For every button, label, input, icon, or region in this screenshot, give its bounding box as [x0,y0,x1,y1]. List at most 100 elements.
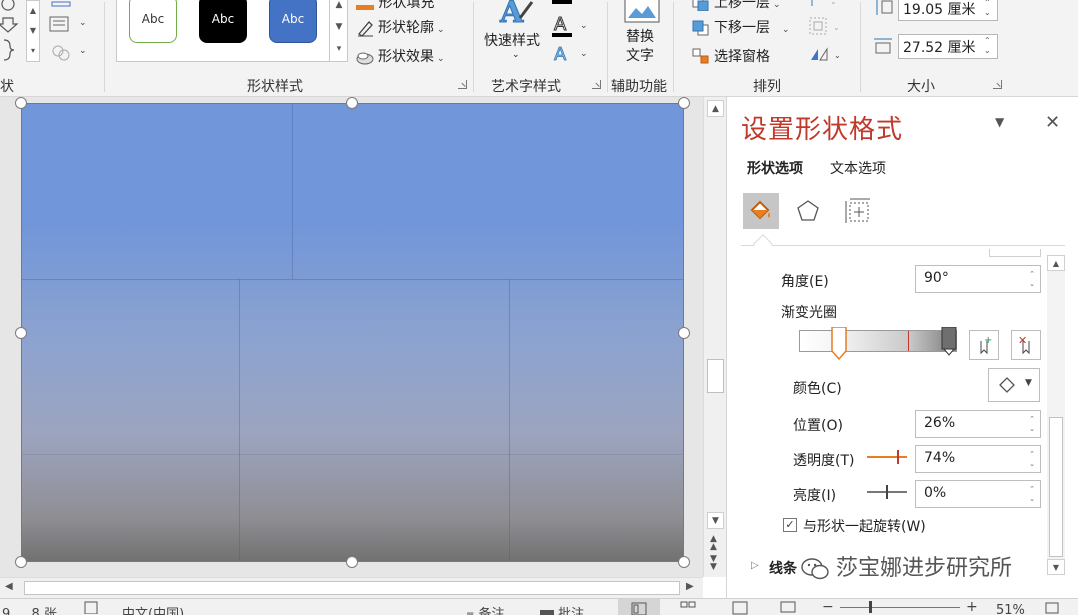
spinner-icon[interactable]: ⌃ ⌄ [984,0,994,18]
spell-check-icon[interactable] [84,600,100,615]
shape-width-input[interactable]: 27.52 厘米 ⌃ ⌄ [898,34,998,59]
alt-text-button[interactable]: 替换 文字 [620,0,664,66]
gradient-stop-end[interactable] [941,326,957,361]
brightness-input[interactable]: 0% ⌃ ⌄ [915,480,1041,508]
gradient-stop-marker[interactable] [908,331,909,351]
gradient-rectangle-shape[interactable] [21,103,684,562]
shape-effects-button[interactable]: 形状效果 ⌄ [356,46,445,66]
remove-gradient-stop-button[interactable]: ✕ [1011,330,1041,360]
line-section-label[interactable]: 线条 [769,558,797,578]
pane-scroll-thumb[interactable] [1049,417,1063,557]
pane-title: 设置形状格式 [741,115,904,145]
status-bar: 9 ， 8 张 中文(中国) ≡ 备注 批注 − + 51% [0,598,1078,615]
resize-handle-right[interactable] [678,327,690,339]
send-backward-button[interactable]: 下移一层 ⌄ [692,17,790,37]
shape-height-input[interactable]: 19.05 厘米 ⌃ ⌄ [898,0,998,21]
rotate-with-shape-checkbox[interactable]: ✓ [783,518,797,532]
next-slide-icon[interactable]: ▼ ▼ [710,555,717,572]
resize-handle-top-right[interactable] [678,97,690,109]
tab-text-options[interactable]: 文本选项 [830,158,886,178]
scroll-down-icon[interactable]: ▼ [1047,559,1065,575]
scroll-right-icon[interactable]: ▶ [686,581,694,592]
gallery-up-icon[interactable]: ▲ [330,0,348,16]
bring-forward-button[interactable]: 上移一层 ⌄ [692,0,781,12]
shape-styles-scroll[interactable]: ▲ ▼ ▾ [329,0,348,62]
zoom-level[interactable]: 51% [996,603,1025,615]
selection-pane-button[interactable]: 选择窗格 [692,46,770,66]
quick-styles-button[interactable]: A 快速样式 ⌄ [484,0,548,66]
scroll-up-icon[interactable]: ▲ [1047,255,1065,271]
dropdown-arrow-icon[interactable]: ⌄ [79,18,87,28]
horizontal-scroll-thumb[interactable] [24,581,680,595]
spinner-icon[interactable]: ⌃ ⌄ [984,36,994,56]
gallery-down-icon[interactable]: ▼ [330,16,348,38]
slider-thumb[interactable] [897,450,899,464]
pane-scrollbar[interactable]: ▲ ▼ [1047,255,1065,575]
text-outline-button[interactable]: A ⌄ [552,14,588,42]
slide-sorter-view-icon[interactable] [680,601,696,615]
transparency-slider[interactable] [867,450,907,464]
text-fill-button[interactable] [552,0,572,10]
resize-handle-top-left[interactable] [15,97,27,109]
zoom-out-icon[interactable]: − [822,599,834,615]
text-effects-button[interactable]: A ⌄ [552,42,588,70]
resize-handle-bottom-right[interactable] [678,556,690,568]
size-launcher-icon[interactable] [993,80,1002,89]
group-objects-button[interactable]: ⌄ [808,16,844,42]
tab-shape-options[interactable]: 形状选项 [747,158,803,178]
transparency-input[interactable]: 74% ⌃ ⌄ [915,445,1041,473]
rotate-button[interactable]: ⌄ [808,44,844,70]
shape-style-preset-2[interactable]: Abc [199,0,247,43]
gradient-stops-bar[interactable] [799,326,957,361]
line-section-expand-icon[interactable]: ▷ [751,560,759,571]
pane-options-chevron-icon[interactable]: ▼ [995,115,1004,129]
angle-input[interactable]: 90° ⌃ ⌄ [915,265,1041,293]
add-gradient-stop-button[interactable]: + [969,330,999,360]
shape-outline-button[interactable]: 形状轮廓 ⌄ [356,17,445,37]
vertical-scroll-thumb[interactable] [707,359,724,393]
slide-vertical-scrollbar[interactable]: ▲ ▼ ▲ ▲ ▼ ▼ [703,97,726,577]
scroll-up-icon[interactable]: ▲ [707,100,724,117]
dropdown-arrow-icon[interactable]: ⌄ [79,46,87,56]
resize-handle-bottom-left[interactable] [15,556,27,568]
shape-fill-button[interactable]: 形状填充 [356,0,434,12]
slideshow-view-icon[interactable] [780,601,796,615]
spinner-icon[interactable]: ⌃ ⌄ [1029,269,1035,289]
close-icon[interactable]: ✕ [1045,112,1060,133]
gradient-stop-selected[interactable] [831,326,847,361]
zoom-in-icon[interactable]: + [966,599,978,615]
comments-button[interactable]: 批注 [540,603,584,615]
brightness-slider[interactable] [867,485,907,499]
spinner-icon[interactable]: ⌃ ⌄ [1029,484,1035,504]
align-button[interactable]: ⌄ [808,0,838,12]
fill-line-category[interactable] [743,193,779,229]
notes-button[interactable]: ≡ 备注 [466,603,505,615]
effects-category[interactable] [790,193,826,229]
slide-horizontal-scrollbar[interactable]: ◀ ▶ [0,577,703,598]
zoom-slider-thumb[interactable] [869,601,872,613]
normal-view-button[interactable] [618,599,660,615]
shape-gallery-icons[interactable] [0,0,100,70]
spinner-icon[interactable]: ⌃ ⌄ [1029,449,1035,469]
position-input[interactable]: 26% ⌃ ⌄ [915,410,1041,438]
zoom-slider[interactable] [840,601,960,613]
resize-handle-left[interactable] [15,327,27,339]
scroll-down-icon[interactable]: ▼ [707,512,724,529]
spinner-icon[interactable]: ⌃ ⌄ [1029,414,1035,434]
previous-slide-icon[interactable]: ▲ ▲ [710,535,717,552]
slider-thumb[interactable] [886,485,888,499]
color-picker-button[interactable]: ▼ [988,368,1040,402]
scroll-left-icon[interactable]: ◀ [5,581,13,592]
reading-view-icon[interactable] [732,601,748,615]
shape-style-preset-1[interactable]: Abc [129,0,177,43]
shape-styles-launcher-icon[interactable] [458,80,467,89]
wordart-launcher-icon[interactable] [592,80,601,89]
shape-style-preset-3[interactable]: Abc [269,0,317,43]
fit-slide-icon[interactable] [1044,601,1060,615]
shape-gallery-scroll[interactable]: ▲ ▼ ▾ [26,0,40,62]
resize-handle-top[interactable] [346,97,358,109]
gallery-more-icon[interactable]: ▾ [330,38,348,60]
resize-handle-bottom[interactable] [346,556,358,568]
size-properties-category[interactable] [839,193,875,229]
language-indicator[interactable]: 中文(中国) [122,603,184,615]
